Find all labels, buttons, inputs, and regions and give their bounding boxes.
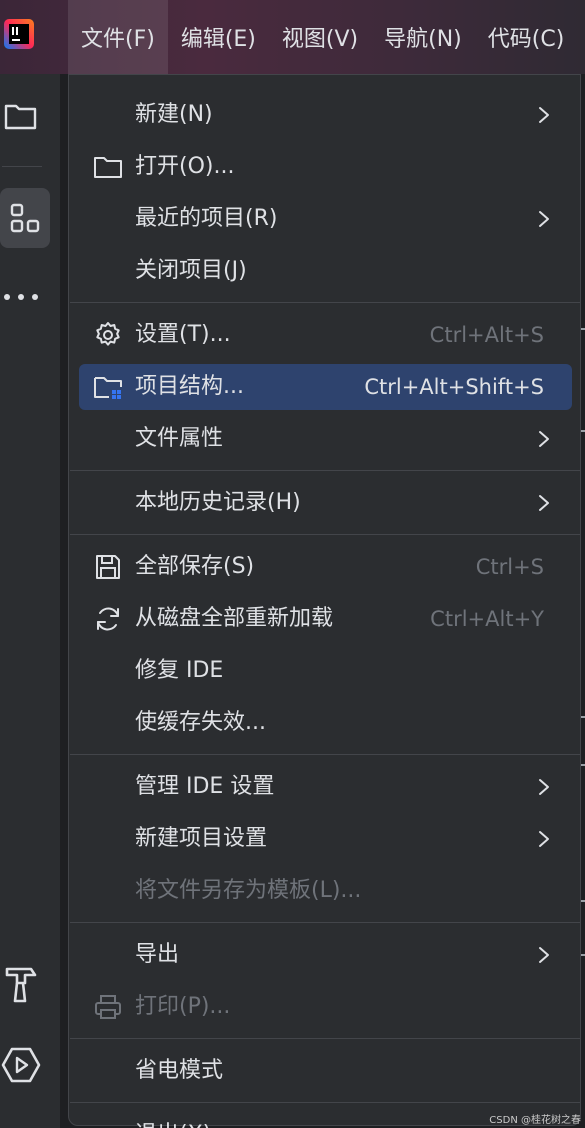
- main-menubar: 文件(F) 编辑(E) 视图(V) 导航(N) 代码(C): [0, 0, 585, 74]
- menu-item-label: 新建项目设置: [135, 826, 268, 851]
- menu-item-shortcut: Ctrl+S: [475, 555, 544, 579]
- file-menu-item[interactable]: 新建(N): [79, 92, 572, 138]
- file-menu-item: 打印(P)...: [79, 984, 572, 1030]
- menubar-item[interactable]: 文件(F): [68, 0, 168, 74]
- chevron-right-icon: [538, 830, 550, 848]
- menu-item-label: 退出(X): [135, 1112, 211, 1128]
- more-icon[interactable]: [0, 276, 42, 318]
- menubar-item[interactable]: 视图(V): [269, 0, 371, 74]
- menu-item-label: 全部保存(S): [135, 554, 255, 579]
- menu-item-label: 打印(P)...: [135, 994, 231, 1019]
- build-hammer-icon[interactable]: [0, 964, 42, 1006]
- menubar-items: 文件(F) 编辑(E) 视图(V) 导航(N) 代码(C): [68, 0, 577, 74]
- gear-icon: [93, 321, 123, 349]
- menu-item-shortcut: Ctrl+Alt+Y: [430, 607, 544, 631]
- menu-item-label: 使缓存失效...: [135, 710, 266, 735]
- menu-item-label: 管理 IDE 设置: [135, 774, 275, 799]
- print-icon: [93, 993, 123, 1021]
- menu-item-shortcut: Ctrl+Alt+Shift+S: [364, 375, 544, 399]
- menu-item-label: 关闭项目(J): [135, 258, 247, 283]
- editor-edge-mark: [581, 430, 585, 432]
- file-menu-item: 将文件另存为模板(L)...: [79, 868, 572, 914]
- ide-window: 文件(F) 编辑(E) 视图(V) 导航(N) 代码(C) 新建(N) 打开(O…: [0, 0, 585, 1128]
- file-menu-item[interactable]: 使缓存失效...: [79, 700, 572, 746]
- menu-item-label: 项目结构...: [135, 374, 244, 399]
- file-menu-item[interactable]: 修复 IDE: [79, 648, 572, 694]
- menu-item-label: 从磁盘全部重新加载: [135, 606, 334, 631]
- reload-icon: [93, 605, 123, 633]
- menu-item-label: 最近的项目(R): [135, 206, 278, 231]
- intellij-logo-icon[interactable]: [4, 19, 34, 49]
- watermark: CSDN @桂花树之春: [489, 1115, 581, 1126]
- menu-separator: [70, 534, 581, 535]
- file-menu-item[interactable]: 打开(O)...: [79, 144, 572, 190]
- menu-separator: [70, 754, 581, 755]
- editor-edge-mark: [581, 954, 585, 956]
- file-menu-item[interactable]: 全部保存(S) Ctrl+S: [79, 544, 572, 590]
- menu-separator: [70, 302, 581, 303]
- menu-item-shortcut: Ctrl+Alt+S: [429, 323, 544, 347]
- tool-strip-separator: [2, 166, 42, 167]
- chevron-right-icon: [538, 778, 550, 796]
- file-menu-item[interactable]: 设置(T)... Ctrl+Alt+S: [79, 312, 572, 358]
- editor-edge-mark: [581, 900, 585, 902]
- chevron-right-icon: [538, 106, 550, 124]
- file-menu-item[interactable]: 导出: [79, 932, 572, 978]
- menu-item-label: 文件属性: [135, 426, 224, 451]
- menu-item-label: 设置(T)...: [135, 322, 231, 347]
- menu-separator: [70, 1102, 581, 1103]
- menu-separator: [70, 922, 581, 923]
- menubar-item[interactable]: 编辑(E): [168, 0, 269, 74]
- menu-separator: [70, 470, 581, 471]
- file-menu-item[interactable]: 本地历史记录(H): [79, 480, 572, 526]
- file-menu-item[interactable]: 文件属性: [79, 416, 572, 462]
- folder-icon: [93, 153, 123, 181]
- file-menu-dropdown: 新建(N) 打开(O)... 最近的项目(R) 关闭项目(J) 设置(T)... Ctrl…: [68, 74, 581, 1128]
- file-menu-item[interactable]: 新建项目设置: [79, 816, 572, 862]
- project-structure-icon: [93, 373, 123, 401]
- file-menu-item[interactable]: 最近的项目(R): [79, 196, 572, 242]
- menu-item-label: 导出: [135, 942, 180, 967]
- chevron-right-icon: [538, 946, 550, 964]
- chevron-right-icon: [538, 430, 550, 448]
- editor-edge-mark: [581, 328, 585, 330]
- left-tool-strip: [0, 74, 60, 1128]
- structure-icon[interactable]: [0, 188, 50, 248]
- menu-item-label: 省电模式: [135, 1058, 224, 1083]
- file-menu-item[interactable]: 管理 IDE 设置: [79, 764, 572, 810]
- file-menu-item[interactable]: 从磁盘全部重新加载 Ctrl+Alt+Y: [79, 596, 572, 642]
- menu-item-label: 修复 IDE: [135, 658, 224, 683]
- menu-separator: [70, 1038, 581, 1039]
- menu-item-label: 打开(O)...: [135, 154, 235, 179]
- menu-item-label: 新建(N): [135, 102, 213, 127]
- menubar-item[interactable]: 代码(C): [475, 0, 578, 74]
- chevron-right-icon: [538, 494, 550, 512]
- editor-edge-mark: [581, 764, 585, 766]
- save-icon: [93, 553, 123, 581]
- file-menu-item[interactable]: 关闭项目(J): [79, 248, 572, 294]
- file-menu-item[interactable]: 省电模式: [79, 1048, 572, 1094]
- file-menu-item[interactable]: 项目结构... Ctrl+Alt+Shift+S: [79, 364, 572, 410]
- project-folder-icon[interactable]: [0, 96, 42, 138]
- menu-item-label: 本地历史记录(H): [135, 490, 301, 515]
- run-icon[interactable]: [0, 1044, 42, 1086]
- menu-item-label: 将文件另存为模板(L)...: [135, 878, 362, 903]
- editor-edge-mark: [581, 716, 585, 718]
- chevron-right-icon: [538, 210, 550, 228]
- menubar-item[interactable]: 导航(N): [371, 0, 475, 74]
